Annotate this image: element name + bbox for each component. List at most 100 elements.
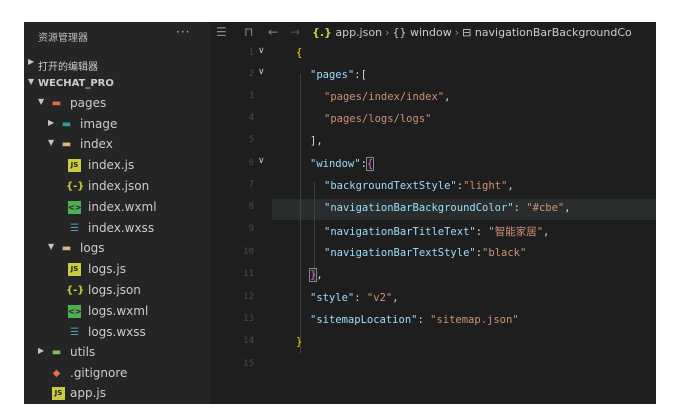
pages-folder-icon: ▬ [51, 98, 62, 109]
code-line-10[interactable]: "navigationBarTextStyle":"black" [210, 244, 656, 265]
chevron-down-icon: ▼ [38, 97, 45, 106]
tree-item-image[interactable]: ▶ ▬ image [24, 115, 210, 135]
tree-item-index-wxml[interactable]: <> index.wxml [24, 198, 210, 218]
code-token: : [513, 202, 527, 214]
chevron-right-icon: ▶ [38, 346, 45, 355]
image-folder-icon: ▬ [61, 119, 72, 130]
open-editors-section[interactable]: ▶ 打开的编辑器 [24, 54, 210, 74]
tree-item-label: utils [70, 345, 96, 359]
code-token: :[ [354, 69, 367, 81]
project-section[interactable]: ▼ WECHAT_PRO [24, 74, 210, 94]
code-token: , [543, 226, 550, 238]
wxss-file-icon: ☰ [70, 327, 79, 338]
code-token: : [417, 314, 431, 326]
code-line-5[interactable]: ], [210, 132, 656, 153]
explorer-header: 资源管理器 ··· [24, 22, 210, 48]
code-token: "light" [463, 180, 508, 192]
code-line-8[interactable]: "navigationBarBackgroundColor": "#cbe", [210, 199, 656, 220]
tree-item-logs-wxss[interactable]: ☰ logs.wxss [24, 323, 210, 343]
more-actions-button[interactable]: ··· [176, 25, 190, 39]
code-token: , [444, 91, 451, 103]
code-token: , [507, 180, 514, 192]
code-token: , [564, 202, 571, 214]
bookmark-icon[interactable]: ⊓ [244, 25, 253, 39]
code-token: "sitemap.json" [430, 314, 519, 326]
tree-item-logs-js[interactable]: JS logs.js [24, 260, 210, 280]
open-editors-label: 打开的编辑器 [38, 62, 98, 73]
code-token: "style" [310, 292, 355, 304]
tree-item-label: logs.wxml [88, 304, 149, 318]
editor-toolbar: ☰ ⊓ ← → {.} app.json ›{} window › ⊟ navigat… [210, 22, 656, 44]
tree-item-index-js[interactable]: JS index.js [24, 156, 210, 176]
code-line-7[interactable]: "backgroundTextStyle":"light", [210, 177, 656, 198]
wxml-file-icon: <> [68, 201, 82, 214]
breadcrumb-property[interactable]: navigationBarBackgroundCo [475, 26, 632, 39]
code-editor: ☰ ⊓ ← → {.} app.json ›{} window › ⊟ navigat… [210, 22, 656, 404]
code-token: "智能家居" [488, 226, 544, 238]
tree-item-label: index.wxss [88, 221, 155, 235]
property-icon: ⊟ [462, 26, 472, 39]
tree-item-pages[interactable]: ▼ ▬ pages [24, 94, 210, 114]
code-line-11[interactable]: }, [210, 266, 656, 287]
json-file-icon: {-} [66, 285, 85, 296]
chevron-right-icon: ▶ [48, 118, 55, 127]
list-icon[interactable]: ☰ [216, 25, 227, 39]
breadcrumb: {.} app.json ›{} window › ⊟ navigationBarBa… [312, 26, 632, 39]
tree-item-label: index [80, 137, 113, 151]
back-arrow-icon[interactable]: ← [268, 25, 278, 39]
explorer-title: 资源管理器 [38, 33, 88, 44]
tree-item-label: logs.json [88, 283, 141, 297]
explorer-sidebar: 资源管理器 ··· ▶ 打开的编辑器 ▼ WECHAT_PRO ▼ ▬ page… [24, 22, 210, 404]
breadcrumb-window[interactable]: window [410, 26, 452, 39]
code-line-1[interactable]: { [210, 44, 656, 65]
json-file-icon: {.} [312, 26, 332, 39]
chevron-down-icon: ▼ [48, 138, 55, 147]
tree-item-label: .gitignore [70, 366, 128, 380]
project-label: WECHAT_PRO [38, 78, 114, 89]
tree-item-gitignore[interactable]: ◆ .gitignore [24, 364, 210, 384]
code-token: : [360, 158, 367, 170]
code-line-4[interactable]: "pages/logs/logs" [210, 110, 656, 131]
folder-open-icon: ▬ [61, 139, 72, 150]
code-token: "window" [310, 158, 361, 170]
code-line-6[interactable]: "window":{ [210, 155, 656, 176]
code-line-2[interactable]: "pages":[ [210, 66, 656, 87]
code-token: , [392, 292, 399, 304]
tree-item-index-folder[interactable]: ▼ ▬ index [24, 135, 210, 155]
code-line-14[interactable]: } [210, 333, 656, 354]
tree-item-utils[interactable]: ▶ ▬ utils [24, 343, 210, 363]
tree-item-label: image [80, 117, 118, 131]
object-icon: {} [392, 26, 407, 39]
code-line-3[interactable]: "pages/index/index", [210, 88, 656, 109]
wxss-file-icon: ☰ [70, 223, 79, 234]
tree-item-app-js[interactable]: JS app.js [24, 384, 210, 404]
forward-arrow-icon[interactable]: → [290, 25, 300, 39]
tree-item-label: pages [70, 96, 107, 110]
breadcrumb-file[interactable]: app.json [335, 26, 382, 39]
tree-item-index-wxss[interactable]: ☰ index.wxss [24, 219, 210, 239]
code-token: "navigationBarBackgroundColor" [324, 202, 514, 214]
code-token: "pages/index/index" [324, 91, 445, 103]
code-token: "black" [482, 247, 527, 259]
tree-item-label: logs.wxss [88, 325, 146, 339]
tree-item-label: logs.js [88, 262, 126, 276]
utils-folder-icon: ▬ [51, 347, 62, 358]
code-token: : [354, 292, 367, 304]
tree-item-logs-json[interactable]: {-} logs.json [24, 281, 210, 301]
tree-item-logs-folder[interactable]: ▼ ▬ logs [24, 239, 210, 259]
code-token: : [475, 226, 489, 238]
code-token: , [316, 269, 323, 281]
code-token: "navigationBarTextStyle" [324, 247, 476, 259]
tree-item-label: logs [80, 241, 105, 255]
code-line-9[interactable]: "navigationBarTitleText": "智能家居", [210, 221, 656, 242]
line-number: 15 [243, 359, 254, 369]
code-line-12[interactable]: "style": "v2", [210, 289, 656, 310]
tree-item-index-json[interactable]: {-} index.json [24, 177, 210, 197]
code-token: "pages" [310, 69, 355, 81]
tree-item-label: app.js [70, 386, 106, 400]
js-file-icon: JS [52, 387, 65, 400]
js-file-icon: JS [68, 263, 81, 276]
chevron-right-icon: › [385, 26, 390, 39]
tree-item-logs-wxml[interactable]: <> logs.wxml [24, 302, 210, 322]
code-line-13[interactable]: "sitemapLocation": "sitemap.json" [210, 311, 656, 332]
